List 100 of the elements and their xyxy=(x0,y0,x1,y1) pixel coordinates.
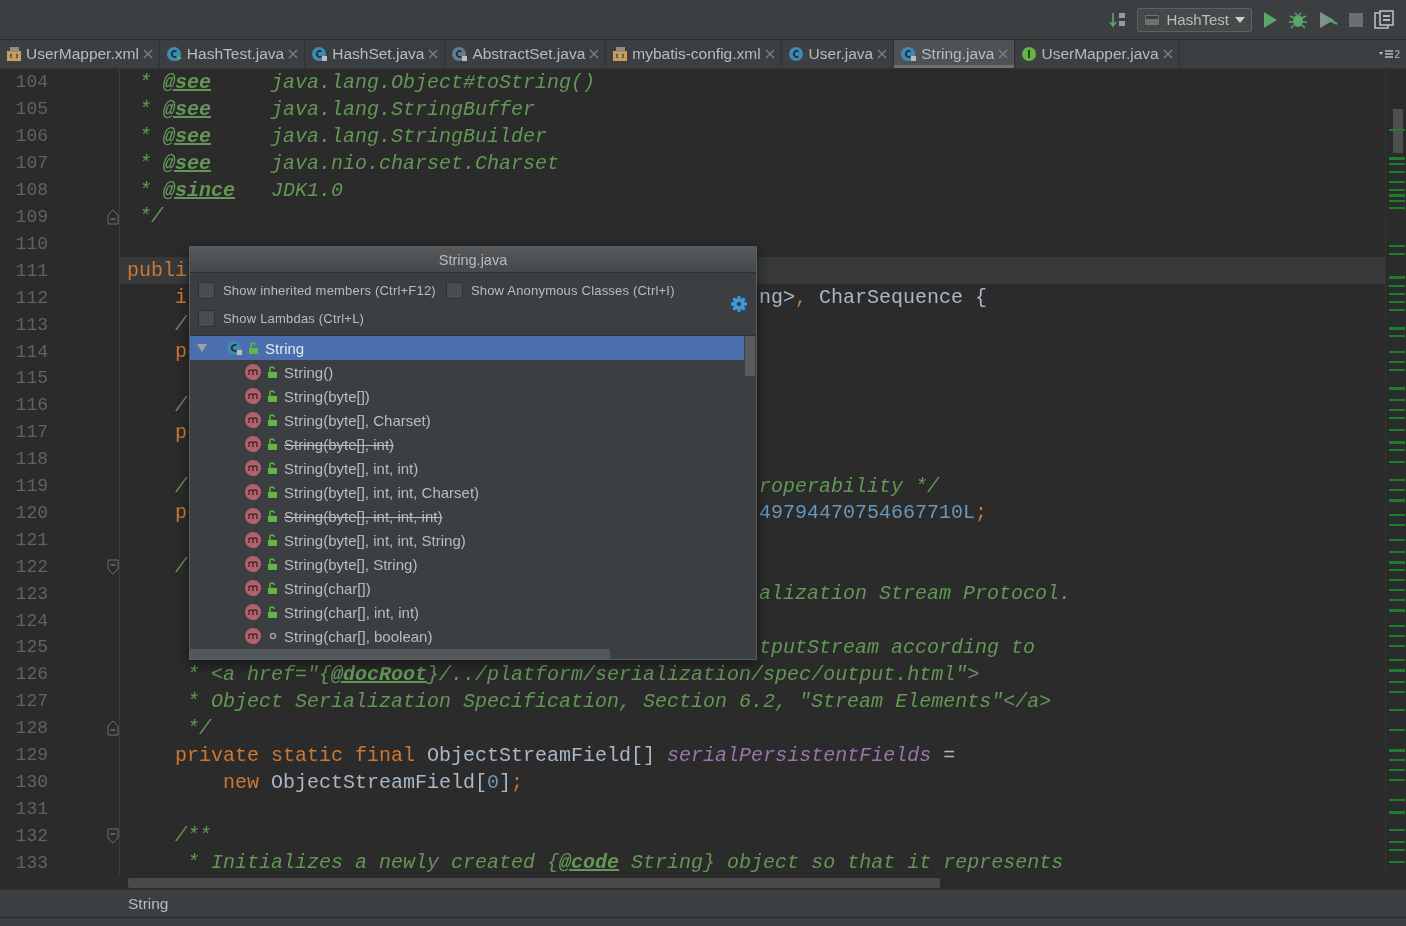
tree-item[interactable]: String xyxy=(190,336,744,360)
doc-tag: @docRoot xyxy=(331,662,428,686)
code-text: p xyxy=(174,501,187,525)
code-text: / xyxy=(174,393,187,417)
line-number: 114 xyxy=(14,341,48,362)
code-text: java.lang.Object xyxy=(269,70,464,94)
doc-tag: @code xyxy=(559,851,620,875)
abstract-class-icon xyxy=(451,46,469,62)
code-text: * Initializes a newly created { xyxy=(186,851,560,875)
interface-icon xyxy=(1021,46,1038,62)
code-text: }/../platform/serialization/spec/output.html"> xyxy=(427,662,980,686)
locked-class-icon xyxy=(311,46,329,62)
tree-item[interactable]: String(byte[], String) xyxy=(190,552,744,576)
method-icon xyxy=(244,483,262,501)
line-number: 128 xyxy=(14,718,48,739)
class-icon xyxy=(787,46,805,62)
package-dot-icon xyxy=(267,630,279,642)
close-icon[interactable] xyxy=(998,49,1009,59)
code-text: private static final xyxy=(174,743,417,767)
code-text: ObjectStreamField[] xyxy=(427,743,657,767)
method-icon xyxy=(244,507,262,525)
code-text: 49794470754667710L xyxy=(759,501,976,525)
tab-list-button[interactable]: 2 xyxy=(1379,40,1406,68)
close-icon[interactable] xyxy=(589,49,600,59)
runnable-class-icon xyxy=(165,46,183,62)
code-text: / xyxy=(174,555,187,579)
method-icon xyxy=(244,435,262,453)
code-text: publi xyxy=(127,259,187,283)
option-checkbox[interactable]: Show Anonymous Classes (Ctrl+I) xyxy=(445,281,675,299)
editor-tab[interactable]: String.java xyxy=(894,40,1016,68)
code-text: / xyxy=(174,474,187,498)
code-text: * xyxy=(138,151,152,175)
scrollbar-thumb[interactable] xyxy=(745,336,755,376)
close-icon[interactable] xyxy=(1162,49,1173,59)
code-text: roperability */ xyxy=(759,474,940,498)
line-number: 108 xyxy=(14,180,48,201)
coverage-icon[interactable] xyxy=(1318,10,1338,29)
close-icon[interactable] xyxy=(288,49,299,59)
method-icon xyxy=(244,531,262,549)
code-text: /** xyxy=(174,824,211,848)
locked-class-icon xyxy=(900,46,918,62)
close-icon[interactable] xyxy=(877,49,888,59)
stop-icon[interactable] xyxy=(1348,11,1364,28)
close-icon[interactable] xyxy=(764,49,775,59)
code-text: alization Stream Protocol. xyxy=(759,582,1072,606)
tree-item[interactable]: String(byte[], int, int, Charset) xyxy=(190,480,744,504)
line-number: 112 xyxy=(14,287,48,308)
option-checkbox[interactable]: Show Lambdas (Ctrl+L) xyxy=(198,309,730,327)
sort-icon[interactable] xyxy=(1109,10,1128,29)
settings-icon[interactable] xyxy=(730,295,748,313)
line-number: 111 xyxy=(14,260,48,281)
unlocked-icon xyxy=(267,582,279,594)
editor-tab[interactable]: mybatis-config.xml xyxy=(606,40,782,68)
scrollbar-thumb[interactable] xyxy=(190,648,610,659)
tree-item[interactable]: String() xyxy=(190,360,744,384)
tree-item[interactable]: String(char[], boolean) xyxy=(190,624,744,648)
code-text: String} object so that it represents xyxy=(630,851,1064,875)
editor-tab[interactable]: UserMapper.xml xyxy=(0,40,160,68)
tree-item[interactable]: String(byte[], int, int, String) xyxy=(190,528,744,552)
close-icon[interactable] xyxy=(428,49,439,59)
line-number: 110 xyxy=(14,233,48,254)
tab-list-icon xyxy=(1379,49,1394,59)
code-text: new xyxy=(222,770,261,794)
code-text: #toString() xyxy=(463,70,596,94)
scrollbar-thumb[interactable] xyxy=(128,877,940,888)
tree-item[interactable]: String(byte[], int, int) xyxy=(190,456,744,480)
option-checkbox[interactable]: Show inherited members (Ctrl+F12) xyxy=(198,281,436,299)
line-number: 127 xyxy=(14,691,48,712)
editor-tab[interactable]: HashTest.java xyxy=(159,40,306,68)
bug-icon[interactable] xyxy=(1288,9,1308,30)
code-text: * xyxy=(138,178,152,202)
code-text: ] xyxy=(499,770,512,794)
project-structure-icon[interactable] xyxy=(1374,9,1394,30)
close-icon[interactable] xyxy=(142,49,153,59)
code-text: i xyxy=(174,286,187,310)
line-number: 116 xyxy=(14,395,48,416)
line-number: 129 xyxy=(14,745,48,766)
line-number: 130 xyxy=(14,772,48,792)
tree-item[interactable]: String(byte[], int, int, int) xyxy=(190,504,744,528)
tree-item[interactable]: String(byte[], int) xyxy=(190,432,744,456)
code-text: p xyxy=(174,420,187,444)
code-text: p xyxy=(174,340,187,363)
popup-title: String.java xyxy=(438,251,508,268)
tree-item[interactable]: String(byte[]) xyxy=(190,384,744,408)
editor-tab[interactable]: HashSet.java xyxy=(305,40,446,68)
line-number: 117 xyxy=(14,422,48,443)
run-icon[interactable] xyxy=(1262,10,1278,29)
editor-tab[interactable]: UserMapper.java xyxy=(1015,40,1180,68)
method-icon xyxy=(244,363,262,381)
line-number: 118 xyxy=(14,449,48,470)
tree-item[interactable]: String(char[], int, int) xyxy=(190,600,744,624)
method-icon xyxy=(244,579,262,597)
tree-item[interactable]: String(char[]) xyxy=(190,576,744,600)
expanded-arrow-icon[interactable] xyxy=(196,342,208,354)
line-number: 125 xyxy=(14,637,48,658)
doc-tag: @see xyxy=(163,97,212,121)
run-configuration-dropdown[interactable]: HashTest xyxy=(1137,7,1252,32)
editor-tab[interactable]: AbstractSet.java xyxy=(445,40,607,68)
code-text: , xyxy=(795,286,808,310)
tree-item[interactable]: String(byte[], Charset) xyxy=(190,408,744,432)
